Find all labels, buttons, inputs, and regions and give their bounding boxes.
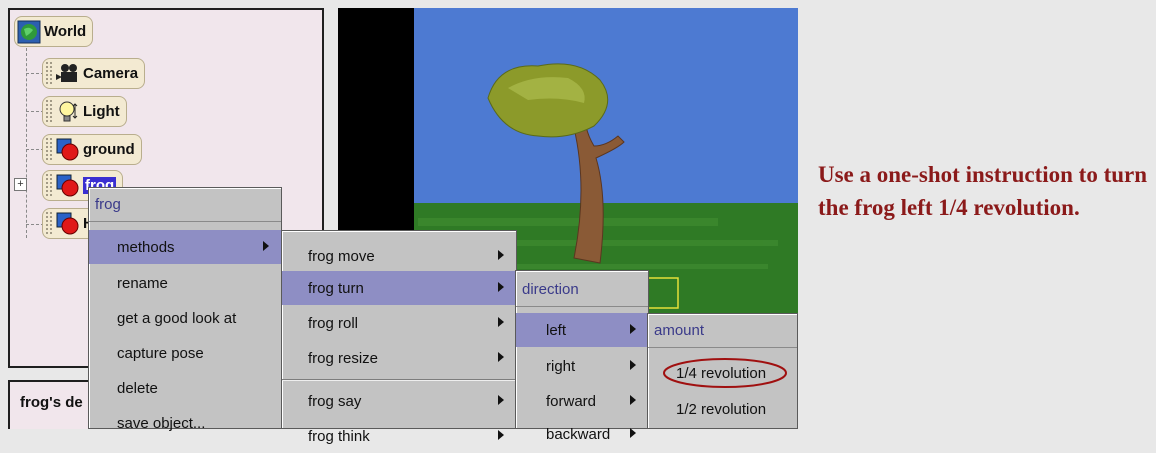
menu-item-label: 1/2 revolution <box>676 400 767 418</box>
menu-title: direction <box>516 273 648 307</box>
menu-item-left[interactable]: left <box>516 313 648 347</box>
drag-grip[interactable] <box>45 173 53 198</box>
menu-item-frog-resize[interactable]: frog resize <box>282 341 516 375</box>
menu-item-label: right <box>546 357 576 375</box>
menu-item-good-look[interactable]: get a good look at <box>89 301 281 335</box>
globe-icon <box>17 20 41 44</box>
menu-item-methods[interactable]: methods <box>89 230 281 264</box>
menu-item-delete[interactable]: delete <box>89 371 281 405</box>
object-icon <box>56 174 80 198</box>
menu-item-rename[interactable]: rename <box>89 266 281 300</box>
tree-item-label: Light <box>83 103 120 120</box>
submenu-arrow-icon <box>630 324 636 334</box>
amount-menu: amount 1/4 revolution 1/2 revolution <box>647 313 798 429</box>
menu-item-frog-turn[interactable]: frog turn <box>282 271 516 305</box>
menu-item-label: frog roll <box>308 314 359 332</box>
menu-item-label: rename <box>117 274 168 292</box>
object-icon <box>56 138 80 162</box>
submenu-arrow-icon <box>498 430 504 440</box>
menu-item-backward[interactable]: backward <box>516 417 648 451</box>
menu-item-forward[interactable]: forward <box>516 384 648 418</box>
submenu-arrow-icon <box>498 250 504 260</box>
drag-grip[interactable] <box>45 61 53 86</box>
details-label: frog's de <box>20 394 83 411</box>
menu-item-frog-think[interactable]: frog think <box>282 419 516 453</box>
menu-item-capture-pose[interactable]: capture pose <box>89 336 281 370</box>
menu-item-label: frog turn <box>308 279 364 297</box>
menu-item-label: frog move <box>308 247 375 265</box>
submenu-arrow-icon <box>263 241 269 251</box>
menu-item-label: delete <box>117 379 158 397</box>
submenu-arrow-icon <box>630 360 636 370</box>
object-icon <box>56 212 80 236</box>
camera-icon <box>56 62 80 86</box>
menu-item-half-revolution[interactable]: 1/2 revolution <box>648 392 797 426</box>
expand-toggle[interactable]: + <box>14 178 27 191</box>
menu-item-save-object[interactable]: save object... <box>89 406 281 440</box>
tree-item-light[interactable]: Light <box>42 96 127 127</box>
menu-item-frog-say[interactable]: frog say <box>282 384 516 418</box>
tree-item-ground[interactable]: ground <box>42 134 142 165</box>
submenu-arrow-icon <box>630 395 636 405</box>
menu-item-label: methods <box>117 238 175 256</box>
tree-item-world[interactable]: World <box>14 16 94 47</box>
menu-item-quarter-revolution[interactable]: 1/4 revolution <box>648 356 797 390</box>
tree-item-label: World <box>44 23 87 40</box>
menu-item-right[interactable]: right <box>516 349 648 383</box>
menu-separator <box>282 379 516 381</box>
submenu-arrow-icon <box>630 428 636 438</box>
menu-item-label: backward <box>546 425 611 443</box>
submenu-arrow-icon <box>498 352 504 362</box>
lightbulb-icon <box>56 100 80 124</box>
context-menu: frog methods rename get a good look at c… <box>88 187 282 432</box>
menu-item-frog-roll[interactable]: frog roll <box>282 306 516 340</box>
tree-item-label: Camera <box>83 65 139 82</box>
menu-item-frog-move[interactable]: frog move <box>282 239 516 273</box>
submenu-arrow-icon <box>498 282 504 292</box>
tree-item-label: ground <box>83 141 135 158</box>
menu-item-label: frog say <box>308 392 362 410</box>
menu-item-label: frog resize <box>308 349 379 367</box>
menu-title: frog <box>89 188 281 222</box>
menu-title: amount <box>648 314 797 348</box>
drag-grip[interactable] <box>45 211 53 236</box>
tree-item-camera[interactable]: Camera <box>42 58 146 89</box>
direction-menu: direction left right forward backward <box>515 270 649 443</box>
menu-item-label: frog think <box>308 427 370 445</box>
menu-item-label: left <box>546 321 567 339</box>
tree-connector <box>26 48 27 238</box>
menu-item-label: capture pose <box>117 344 204 362</box>
methods-menu: frog move frog turn frog roll frog resiz… <box>281 230 517 445</box>
highlight-circle <box>663 358 787 388</box>
instruction-caption: Use a one-shot instruction to turn the f… <box>818 162 1148 220</box>
drag-grip[interactable] <box>45 137 53 162</box>
menu-item-label: get a good look at <box>117 309 237 327</box>
submenu-arrow-icon <box>498 395 504 405</box>
submenu-arrow-icon <box>498 317 504 327</box>
drag-grip[interactable] <box>45 99 53 124</box>
menu-item-label: forward <box>546 392 597 410</box>
